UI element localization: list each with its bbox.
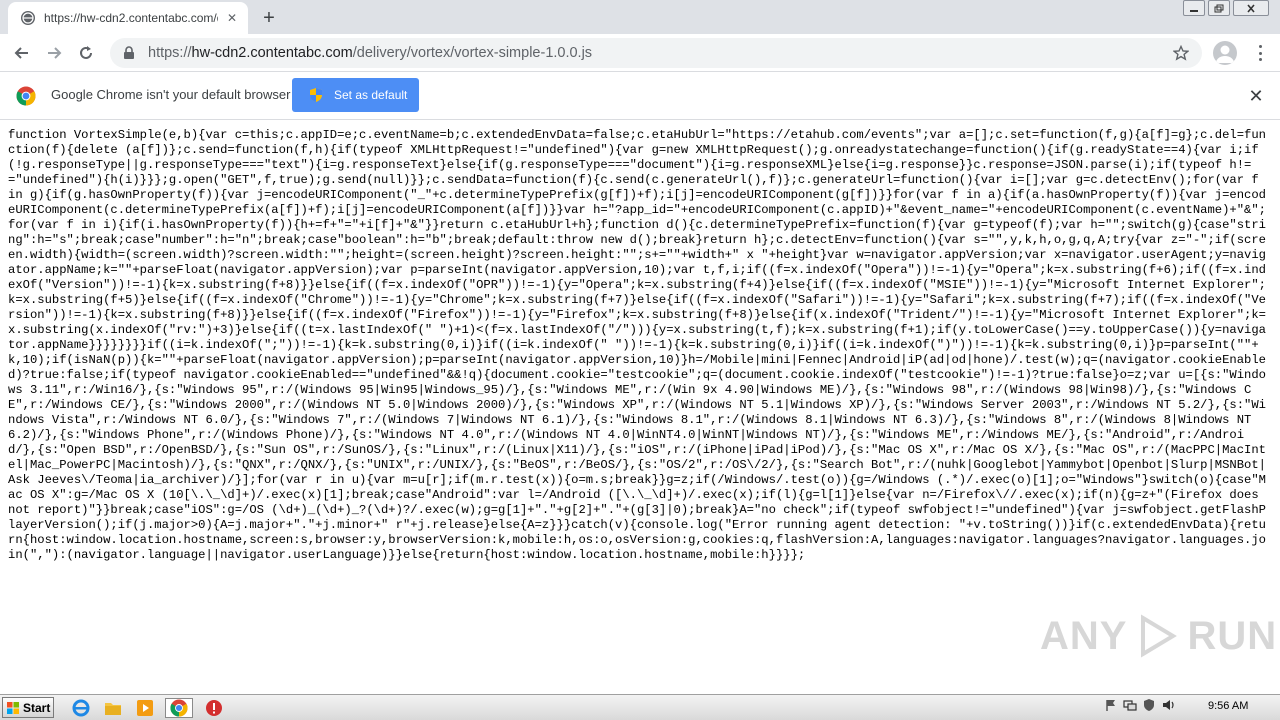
arrow-left-icon [14,47,28,59]
shield-tray-icon[interactable] [1142,698,1156,712]
bookmark-star-icon[interactable] [1172,44,1190,62]
profile-avatar-icon[interactable] [1213,41,1237,65]
uac-shield-icon [310,88,322,102]
restore-button[interactable] [1208,0,1230,16]
tab-title: https://hw-cdn2.contentabc.com/de [44,11,218,25]
windows-flag-icon [7,701,19,714]
taskbar-clock: 9:56 AM [1208,700,1249,712]
menu-kebab-icon[interactable] [1250,42,1270,64]
close-icon [1247,3,1255,13]
browser-toolbar: https://hw-cdn2.contentabc.com/delivery/… [0,34,1280,72]
new-tab-button[interactable]: + [258,7,280,29]
file-explorer-icon[interactable] [102,698,124,718]
chrome-taskbar-icon[interactable] [165,698,193,718]
window-controls [1183,0,1272,18]
infobar-message: Google Chrome isn't your default browser [51,87,291,102]
minimize-icon [1190,10,1198,12]
flag-tray-icon[interactable] [1104,698,1118,712]
tab-strip: https://hw-cdn2.contentabc.com/de ✕ + [0,0,1280,34]
watermark-text-left: ANY [1040,613,1128,658]
javascript-source-text: function VortexSimple(e,b){var c=this;c.… [8,128,1266,562]
infobar-close-icon[interactable]: ✕ [1246,86,1266,106]
set-as-default-button[interactable]: Set as default [292,78,419,112]
network-tray-icon[interactable] [1123,698,1137,712]
restore-icon [1214,4,1224,12]
system-tray [1104,698,1180,712]
url-text: https://hw-cdn2.contentabc.com/delivery/… [148,45,1172,61]
url-scheme: https:// [148,45,192,61]
watermark-text-right: RUN [1187,613,1278,658]
warning-app-icon[interactable] [203,698,225,718]
url-host: hw-cdn2.contentabc.com [191,45,353,61]
media-player-icon[interactable] [134,698,156,718]
arrow-right-icon [48,47,62,59]
start-label: Start [23,700,51,715]
forward-button[interactable] [40,39,68,67]
address-bar[interactable]: https://hw-cdn2.contentabc.com/delivery/… [110,38,1202,68]
tab-close-icon[interactable]: ✕ [224,10,240,26]
back-button[interactable] [8,39,36,67]
internet-explorer-icon[interactable] [70,698,92,718]
globe-icon [21,11,35,25]
lock-icon[interactable] [122,46,136,60]
page-content: function VortexSimple(e,b){var c=this;c.… [0,120,1280,694]
url-path: /delivery/vortex/vortex-simple-1.0.0.js [352,45,593,61]
set-as-default-label: Set as default [334,88,408,102]
minimize-button[interactable] [1183,0,1205,16]
close-window-button[interactable] [1233,0,1269,16]
anyrun-watermark: ANY RUN [1040,612,1277,660]
speaker-tray-icon[interactable] [1161,698,1175,712]
chrome-logo-icon [16,86,36,106]
start-button[interactable]: Start [2,697,54,718]
windows-taskbar: Start 9:56 AM [0,694,1280,720]
reload-icon [80,46,92,59]
browser-tab[interactable]: https://hw-cdn2.contentabc.com/de ✕ [8,2,248,34]
play-icon [1141,614,1178,658]
default-browser-infobar: Google Chrome isn't your default browser… [0,72,1280,120]
reload-button[interactable] [72,39,100,67]
